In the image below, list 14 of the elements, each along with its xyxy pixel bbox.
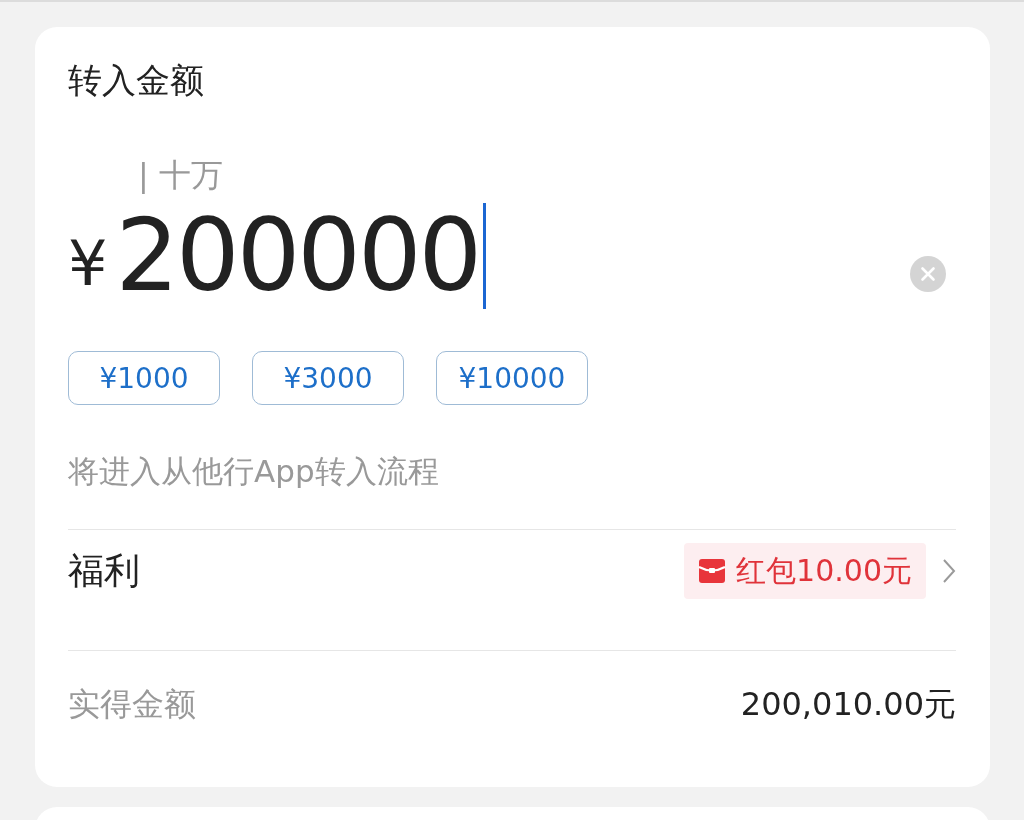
quick-amount-button[interactable]: ¥3000: [252, 351, 404, 405]
unit-hint: | 十万: [138, 155, 223, 195]
quick-amount-button[interactable]: ¥1000: [68, 351, 220, 405]
note-text: 将进入从他行App转入流程: [68, 452, 440, 491]
actual-amount-value: 200,010.00元: [740, 684, 956, 725]
chevron-right-icon[interactable]: [942, 558, 956, 584]
envelope-icon: [698, 557, 727, 585]
clear-icon[interactable]: [910, 256, 946, 292]
quick-amount-button[interactable]: ¥10000: [436, 351, 588, 405]
amount-input-field[interactable]: ¥200000: [68, 201, 487, 311]
bonus-badge[interactable]: 红包10.00元: [684, 543, 926, 599]
actual-amount-label: 实得金额: [68, 684, 196, 725]
benefit-label: 福利: [68, 548, 140, 593]
section-title: 转入金额: [68, 59, 205, 102]
